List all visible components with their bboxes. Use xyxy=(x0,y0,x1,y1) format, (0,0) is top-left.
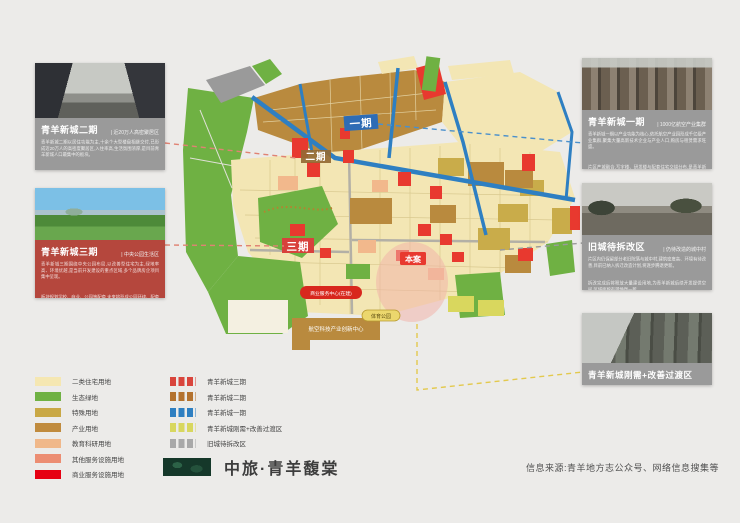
phase1-photo xyxy=(582,58,712,110)
phase3-badge: 三期 xyxy=(282,238,314,253)
legend-item: 产业用地 xyxy=(35,423,124,433)
legend-item: 旧城待拆改区 xyxy=(170,438,282,448)
panel-phase3: 青羊新城三期 | 中央公园生活区 青羊新城三期围绕中央公园布局,以改善型住宅为主… xyxy=(35,188,165,298)
phase2-body1: 青羊新城二期以居住功能为主,十余个大型楼盘相继交付,已形成近20万人的高密度聚居… xyxy=(41,140,159,159)
panel-phase1: 青羊新城一期 | 1000亿航空产业集群 青羊新城一期以产业功能为核心,依托航空… xyxy=(582,58,712,169)
legend-swatch xyxy=(35,470,61,479)
panel-transition: 青羊新城刚需+改善过渡区 xyxy=(582,313,712,385)
facility-label: 航空科技产业创新中心 xyxy=(308,325,364,333)
oldtown-body2: 拆改完成后将释放大量建设用地,为青羊新城后续开发提供空间,区域面貌有望焕然一新。 xyxy=(588,281,706,290)
brand-logo-image xyxy=(163,458,211,476)
phase2-photo xyxy=(35,63,165,118)
legend-item: 特殊用地 xyxy=(35,407,124,417)
phase3-label: 三期 xyxy=(287,240,310,253)
oldtown-photo xyxy=(582,183,712,235)
map-industry-cluster xyxy=(254,70,445,158)
legend-item: 青羊新城一期 xyxy=(170,407,282,417)
legend-label: 产业用地 xyxy=(72,423,98,433)
panel-phase2: 青羊新城二期 | 近20万人高密聚居区 青羊新城二期以居住功能为主,十余个大型楼… xyxy=(35,63,165,170)
brand-logo-text: 中旅·青羊馥棠 xyxy=(224,455,339,479)
phase3-body2: 板块规划学校、商业、公园等配套,未来将形成公园环绕、配套完善的宜居生活区,发展潜… xyxy=(41,295,159,298)
legend-swatch xyxy=(35,392,61,401)
legend-item: 青羊新城刚需+改善过渡区 xyxy=(170,423,282,433)
legend-label: 旧城待拆改区 xyxy=(207,438,246,448)
map-green-patch3 xyxy=(546,240,575,276)
phase2-badge: 二期 xyxy=(301,150,331,163)
legend-swatch-dashed xyxy=(170,423,196,432)
oldtown-subtitle: | 仍待改造的城中村 xyxy=(663,246,706,253)
legend-item: 教育科研用地 xyxy=(35,438,124,448)
legend-zones: 青羊新城三期 青羊新城二期 青羊新城一期 青羊新城刚需+改善过渡区 旧城待拆改区 xyxy=(170,376,282,454)
map-pale-block xyxy=(228,300,288,333)
phase2-subtitle: | 近20万人高密聚居区 xyxy=(111,129,159,136)
legend-swatch-dashed xyxy=(170,439,196,448)
legend-label: 青羊新城二期 xyxy=(207,392,246,402)
legend-label: 特殊用地 xyxy=(72,407,98,417)
panel-oldtown: 旧城待拆改区 | 仍待改造的城中村 片区内仍保留部分老旧院落与城中村,建筑密度高… xyxy=(582,183,712,290)
brand-logo: 中旅·青羊馥棠 xyxy=(163,455,339,479)
phase2-label: 二期 xyxy=(305,151,326,163)
legend-swatch xyxy=(35,377,61,386)
phase2-title: 青羊新城二期 xyxy=(41,123,98,136)
transition-photo xyxy=(582,313,712,363)
oldtown-body1: 片区内仍保留部分老旧院落与城中村,建筑密度高、环境有待改善,目前已纳入拆迁改造计… xyxy=(588,257,706,270)
legend-swatch xyxy=(35,454,61,463)
legend-item: 二类住宅用地 xyxy=(35,376,124,386)
map-green-patch1 xyxy=(346,264,370,279)
legend-label: 青羊新城一期 xyxy=(207,407,246,417)
transition-title: 青羊新城刚需+改善过渡区 xyxy=(582,363,712,381)
connector-transition xyxy=(417,324,583,390)
infographic-canvas: 本案 航空科技产业创新中心 商业服务中心(在建) 体育公园 一期 二期 三期 xyxy=(0,0,740,523)
phase3-body1: 青羊新城三期围绕中央公园布局,以改善型住宅为主,绿地率高、环境优越,是当前开发建… xyxy=(41,262,159,281)
legend-label: 教育科研用地 xyxy=(72,438,111,448)
legend-label: 青羊新城刚需+改善过渡区 xyxy=(207,423,282,433)
legend-label: 青羊新城三期 xyxy=(207,376,246,386)
facility-block xyxy=(292,318,380,350)
phase1-title: 青羊新城一期 xyxy=(588,115,645,128)
legend-item: 青羊新城二期 xyxy=(170,392,282,402)
source-note: 信息来源:青羊地方志公众号、网络信息搜集等 xyxy=(526,461,719,474)
legend-label: 商业服务设施用地 xyxy=(72,469,124,479)
sports-pill-label: 体育公园 xyxy=(371,313,391,320)
legend-swatch xyxy=(35,408,61,417)
legend-item: 青羊新城三期 xyxy=(170,376,282,386)
legend-label: 生态绿地 xyxy=(72,392,98,402)
phase1-body2: 片区产城融合,写字楼、研发楼与配套住宅交错分布,是青羊新城产业发展的核心引擎。 xyxy=(588,165,706,169)
phase1-subtitle: | 1000亿航空产业集群 xyxy=(657,121,706,128)
legend-label: 二类住宅用地 xyxy=(72,376,111,386)
legend-swatch xyxy=(35,423,61,432)
legend-item: 其他服务设施用地 xyxy=(35,454,124,464)
phase3-photo xyxy=(35,188,165,240)
legend-swatch-dashed xyxy=(170,392,196,401)
legend-item: 生态绿地 xyxy=(35,392,124,402)
phase1-body1: 青羊新城一期以产业功能为核心,依托航空产业园形成千亿级产业集群,聚集大量高新技术… xyxy=(588,132,706,151)
phase3-title: 青羊新城三期 xyxy=(41,245,98,258)
legend-label: 其他服务设施用地 xyxy=(72,454,124,464)
phase1-badge: 一期 xyxy=(344,114,379,131)
phase1-label: 一期 xyxy=(349,116,373,131)
project-site-label: 本案 xyxy=(404,254,422,264)
legend-landuse: 二类住宅用地 生态绿地 特殊用地 产业用地 教育科研用地 其他服务设施用地 商业… xyxy=(35,376,124,485)
legend-swatch-dashed xyxy=(170,377,196,386)
legend-swatch xyxy=(35,439,61,448)
banner-label: 商业服务中心(在建) xyxy=(310,290,352,297)
oldtown-title: 旧城待拆改区 xyxy=(588,240,645,253)
legend-item: 商业服务设施用地 xyxy=(35,469,124,479)
phase3-subtitle: | 中央公园生活区 xyxy=(121,251,159,258)
legend-swatch-dashed xyxy=(170,408,196,417)
